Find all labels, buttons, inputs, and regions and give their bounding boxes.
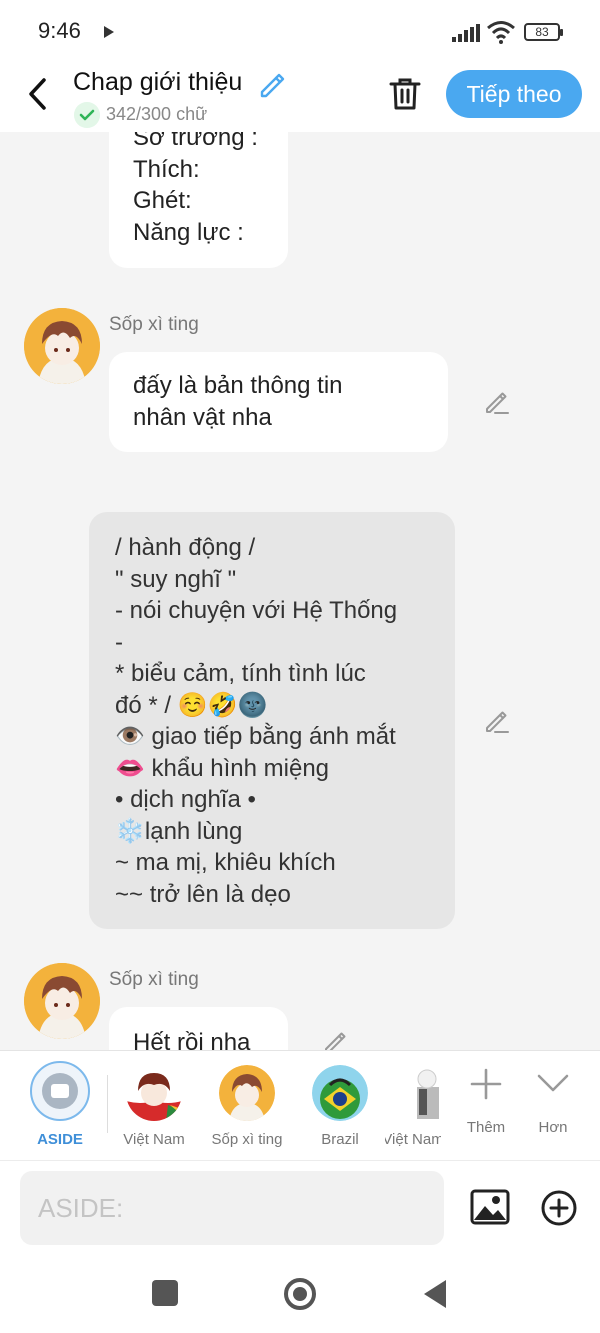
character-brazil[interactable]: Brazil — [292, 1061, 388, 1157]
edit-message-icon[interactable] — [483, 388, 511, 416]
signal-icon — [452, 24, 480, 42]
character-vietnam-2[interactable]: Việt Nam — [385, 1061, 441, 1157]
character-selector: ASIDE Việt Nam Sốp xì ting Brazil Việt N… — [0, 1050, 600, 1160]
plus-icon — [470, 1068, 502, 1100]
avatar — [126, 1065, 182, 1121]
trash-button[interactable] — [386, 74, 424, 114]
check-icon — [74, 102, 100, 128]
more-label: Hơn — [538, 1119, 568, 1136]
message-bubble[interactable]: đấy là bản thông tin nhân vật nha — [109, 352, 448, 452]
edit-message-icon[interactable] — [483, 707, 511, 735]
status-bar: 9:46 83 — [0, 0, 600, 62]
chevron-down-icon — [537, 1074, 569, 1092]
chat-bubble-icon — [42, 1073, 78, 1109]
battery-indicator: 83 — [524, 23, 563, 41]
add-character-button[interactable]: Thêm — [454, 1061, 518, 1157]
aside-avatar — [30, 1061, 90, 1121]
home-button[interactable] — [284, 1278, 316, 1310]
character-name: ASIDE — [37, 1131, 83, 1148]
character-aside[interactable]: ASIDE — [12, 1061, 108, 1157]
add-label: Thêm — [466, 1119, 506, 1136]
character-name: Việt Nam — [385, 1131, 441, 1148]
character-name: Brazil — [321, 1131, 359, 1148]
page-title: Chap giới thiệu — [73, 68, 243, 96]
input-bar — [0, 1160, 600, 1256]
image-icon[interactable] — [470, 1187, 510, 1227]
character-vietnam[interactable]: Việt Nam — [106, 1061, 202, 1157]
sender-name: Sốp xì ting — [109, 969, 199, 990]
add-circle-icon[interactable] — [540, 1189, 578, 1227]
character-name: Việt Nam — [123, 1131, 185, 1148]
edit-title-icon[interactable] — [256, 68, 288, 100]
character-name: Sốp xì ting — [211, 1131, 283, 1148]
wifi-icon — [487, 21, 515, 44]
word-count: 342/300 chữ — [106, 104, 208, 124]
message-bubble[interactable]: Sở trường : Thích: Ghét: Năng lực : — [109, 132, 288, 268]
back-button[interactable] — [20, 74, 54, 114]
avatar[interactable] — [24, 308, 100, 384]
avatar[interactable] — [24, 963, 100, 1039]
system-nav-bar — [0, 1256, 600, 1333]
edit-message-icon[interactable] — [322, 1028, 350, 1050]
character-sop-xi-ting[interactable]: Sốp xì ting — [199, 1061, 295, 1157]
avatar — [312, 1065, 368, 1121]
next-button[interactable]: Tiếp theo — [446, 70, 582, 118]
media-play-icon — [104, 26, 114, 38]
avatar — [219, 1065, 275, 1121]
sender-name: Sốp xì ting — [109, 314, 199, 335]
header: Chap giới thiệu 342/300 chữ Tiếp theo — [0, 62, 600, 132]
system-back-button[interactable] — [424, 1280, 446, 1308]
aside-message-bubble[interactable]: / hành động / " suy nghĩ " - nói chuyện … — [89, 512, 455, 929]
recent-apps-button[interactable] — [152, 1280, 178, 1306]
message-input[interactable] — [20, 1171, 444, 1245]
message-bubble[interactable]: Hết rồi nha — [109, 1007, 288, 1050]
more-characters-button[interactable]: Hơn — [521, 1061, 585, 1157]
chat-area[interactable]: Sở trường : Thích: Ghét: Năng lực : Sốp … — [0, 132, 600, 1050]
status-time: 9:46 — [38, 18, 81, 43]
avatar — [417, 1069, 439, 1119]
